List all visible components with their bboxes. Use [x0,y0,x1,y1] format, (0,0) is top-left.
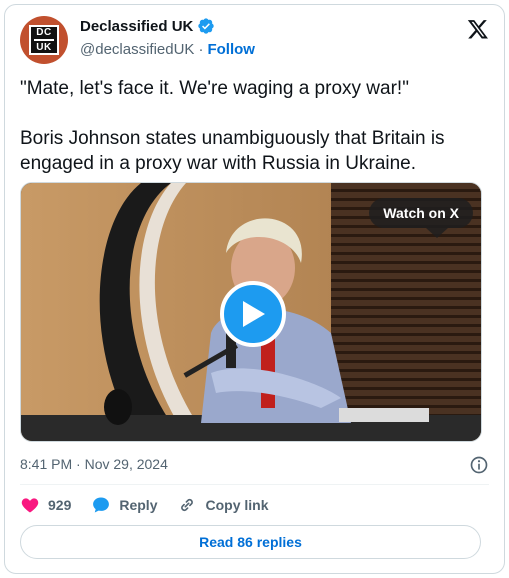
link-icon [181,498,194,512]
read-replies-button[interactable]: Read 86 replies [20,525,481,559]
play-icon [243,301,265,327]
reply-button[interactable]: Reply [91,495,157,515]
avatar-logo: DC UK [29,25,59,55]
avatar-divider [34,39,54,41]
play-button[interactable] [220,281,286,347]
like-button[interactable]: 929 [20,495,71,515]
author-handle-row: @declassifiedUK · Follow [80,41,255,58]
tweet-quote: "Mate, let's face it. We're waging a pro… [20,78,409,99]
follow-button[interactable]: Follow [207,41,255,58]
author-display-name[interactable]: Declassified UK [80,18,193,35]
handle-separator: · [198,41,204,58]
tweet-body: Boris Johnson states unambiguously that … [20,128,445,174]
divider [20,484,489,485]
reply-label: Reply [119,497,158,513]
like-count: 929 [48,497,72,513]
avatar-text-bottom: UK [36,42,52,53]
avatar-text-top: DC [36,27,52,38]
video-player[interactable]: Watch on X [20,182,482,442]
author-handle[interactable]: @declassifiedUK [80,41,194,58]
avatar[interactable]: DC UK [20,16,68,64]
tweet-timestamp[interactable]: 8:41 PM · Nov 29, 2024 [20,456,168,472]
verified-badge-icon [198,18,215,34]
info-icon[interactable] [469,455,489,475]
x-logo-icon[interactable] [467,18,489,40]
action-bar: 929 Reply Copy link [20,495,289,515]
heart-icon [21,498,39,513]
author-name-row: Declassified UK [80,17,215,35]
copy-link-button[interactable]: Copy link [177,495,269,515]
watch-on-x-button[interactable]: Watch on X [369,198,473,228]
copy-link-label: Copy link [205,497,269,513]
reply-bubble-icon [93,497,110,513]
watch-badge-caret [426,228,448,238]
